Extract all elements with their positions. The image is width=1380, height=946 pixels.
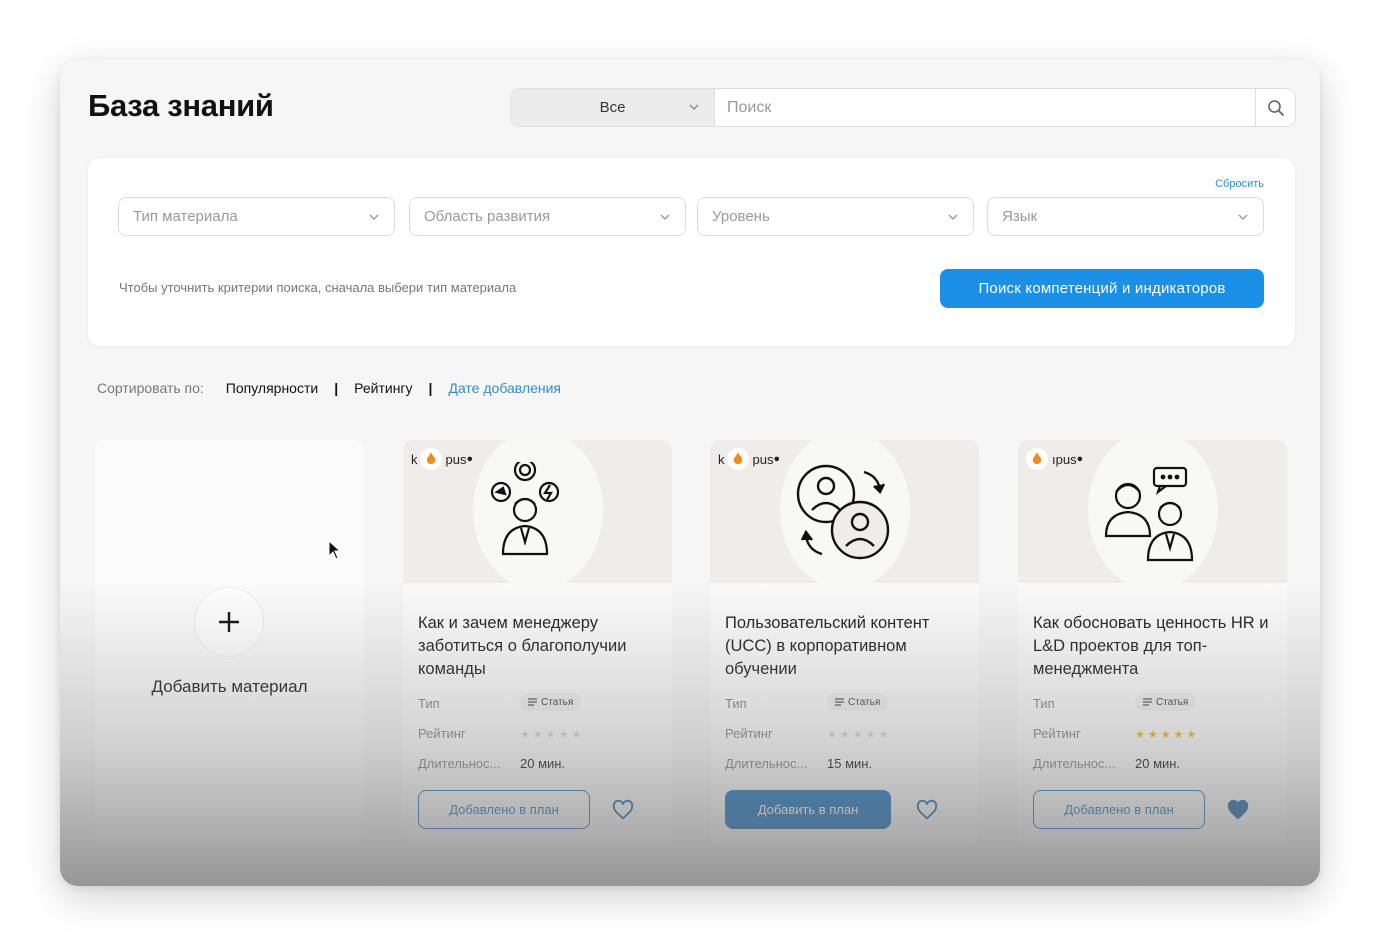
add-material-button[interactable] [194, 587, 264, 657]
search-bar: Все [510, 88, 1296, 127]
flame-icon [419, 448, 442, 470]
filter-hint: Чтобы уточнить критерии поиска, сначала … [119, 280, 517, 295]
rating-label: Рейтинг [725, 726, 773, 741]
star-icon: ★ [532, 729, 543, 741]
rating-stars: ★ ★ ★ ★ ★ [1135, 728, 1196, 741]
filter-level[interactable]: Уровень [697, 197, 974, 236]
star-icon: ★ [558, 729, 569, 741]
sort-option-date-added[interactable]: Дате добавления [448, 380, 561, 396]
chevron-down-icon [660, 214, 670, 220]
filter-placeholder: Тип материала [133, 208, 238, 225]
manager-wellbeing-illustration [490, 462, 560, 556]
material-card[interactable]: k pus ● Как и зачем менеджеру заботиться … [403, 440, 672, 846]
star-icon: ★ [839, 729, 850, 741]
type-badge: Статья [1135, 693, 1197, 711]
chevron-down-icon [1238, 214, 1248, 220]
filter-placeholder: Язык [1002, 208, 1038, 225]
rating-stars: ★ ★ ★ ★ ★ [520, 728, 581, 741]
chevron-down-icon [948, 214, 958, 220]
knowledge-base-window: База знаний Все Сбросить Тип материала О… [60, 60, 1320, 886]
sort-option-rating[interactable]: Рейтингу [354, 380, 412, 396]
star-icon: ★ [1147, 729, 1158, 741]
card-cover: ıpus ● [1018, 440, 1287, 583]
star-icon: ★ [865, 729, 876, 741]
sort-bar: Сортировать по: Популярности | Рейтингу … [97, 380, 561, 396]
duration-label: Длительнос... [725, 756, 808, 771]
duration-value: 15 мин. [827, 756, 873, 771]
sort-label: Сортировать по: [97, 380, 204, 396]
rating-label: Рейтинг [418, 726, 466, 741]
provider-logo: k pus ● [718, 448, 780, 470]
star-icon: ★ [1135, 729, 1145, 741]
star-icon: ★ [827, 729, 837, 741]
material-card[interactable]: ıpus ● Как обосновать ценность HR и L&D п… [1018, 440, 1287, 846]
article-icon [528, 698, 537, 706]
article-icon [835, 698, 844, 706]
filter-material-type[interactable]: Тип материала [118, 197, 395, 236]
add-to-plan-button[interactable]: Добавить в план [725, 790, 891, 829]
add-material-label: Добавить материал [151, 677, 308, 696]
filter-placeholder: Уровень [712, 208, 770, 225]
sort-separator: | [334, 380, 339, 396]
search-input[interactable] [715, 89, 1255, 126]
star-icon: ★ [1186, 729, 1197, 741]
star-icon: ★ [545, 729, 556, 741]
star-icon: ★ [1173, 729, 1184, 741]
duration-value: 20 мин. [1135, 756, 1181, 771]
plus-icon [219, 612, 239, 632]
heart-filled-icon[interactable] [1227, 799, 1249, 821]
provider-logo: k pus ● [411, 448, 473, 470]
flame-icon [726, 448, 749, 470]
flame-icon [1026, 448, 1048, 470]
filter-placeholder: Область развития [424, 208, 551, 225]
sort-separator: | [428, 380, 433, 396]
card-cover: k pus ● [403, 440, 672, 583]
rating-stars: ★ ★ ★ ★ ★ [827, 728, 888, 741]
rating-label: Рейтинг [1033, 726, 1081, 741]
star-icon: ★ [852, 729, 863, 741]
type-label: Тип [418, 696, 440, 711]
filter-panel: Сбросить Тип материала Область развития … [88, 158, 1295, 346]
mouse-pointer-icon [328, 540, 342, 560]
star-icon: ★ [1160, 729, 1171, 741]
type-label: Тип [1033, 696, 1055, 711]
search-icon [1267, 99, 1284, 116]
search-competencies-button[interactable]: Поиск компетенций и индикаторов [940, 269, 1264, 308]
hr-conversation-illustration [1104, 466, 1194, 562]
chevron-down-icon [689, 104, 699, 110]
added-to-plan-button[interactable]: Добавлено в план [418, 790, 590, 829]
type-badge: Статья [827, 693, 889, 711]
star-icon: ★ [878, 729, 889, 741]
material-card[interactable]: k pus ● Пользовательский контент (UCC) в … [710, 440, 979, 846]
star-icon: ★ [520, 729, 530, 741]
filter-development-area[interactable]: Область развития [409, 197, 686, 236]
duration-label: Длительнос... [1033, 756, 1116, 771]
filter-language[interactable]: Язык [987, 197, 1264, 236]
duration-label: Длительнос... [418, 756, 501, 771]
scope-select[interactable]: Все [511, 89, 715, 126]
add-material-card[interactable]: Добавить материал [95, 440, 364, 846]
article-icon [1143, 698, 1152, 706]
heart-outline-icon[interactable] [612, 799, 634, 821]
card-title[interactable]: Как обосновать ценность HR и L&D проекто… [1033, 612, 1278, 681]
card-title[interactable]: Пользовательский контент (UCC) в корпора… [725, 612, 970, 681]
search-button[interactable] [1255, 89, 1295, 126]
page-title: База знаний [88, 88, 274, 123]
card-cover: k pus ● [710, 440, 979, 583]
heart-outline-icon[interactable] [916, 799, 938, 821]
chevron-down-icon [369, 214, 379, 220]
reset-filters-link[interactable]: Сбросить [1215, 178, 1264, 190]
card-title[interactable]: Как и зачем менеджеру заботиться о благо… [418, 612, 663, 681]
type-badge: Статья [520, 693, 582, 711]
star-icon: ★ [571, 729, 582, 741]
sort-option-popularity[interactable]: Популярности [226, 380, 318, 396]
type-label: Тип [725, 696, 747, 711]
added-to-plan-button[interactable]: Добавлено в план [1033, 790, 1205, 829]
duration-value: 20 мин. [520, 756, 566, 771]
scope-select-value: Все [599, 99, 626, 116]
user-exchange-illustration [796, 464, 890, 560]
provider-logo: ıpus ● [1026, 448, 1083, 470]
